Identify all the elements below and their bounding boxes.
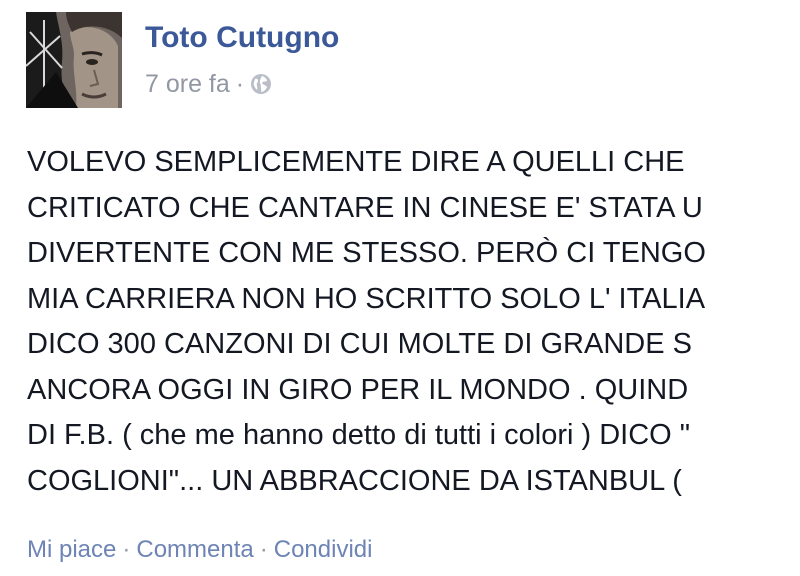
post-meta: 7 ore fa · xyxy=(145,68,272,100)
avatar[interactable] xyxy=(26,12,122,108)
post-text-line: VOLEVO SEMPLICEMENTE DIRE A QUELLI CHE xyxy=(27,146,685,178)
post-message: VOLEVO SEMPLICEMENTE DIRE A QUELLI CHE C… xyxy=(27,140,800,504)
post-text-line: ANCORA OGGI IN GIRO PER IL MONDO . QUIND xyxy=(27,373,689,406)
post-timestamp[interactable]: 7 ore fa xyxy=(145,68,230,100)
globe-icon[interactable] xyxy=(250,73,272,95)
author-name[interactable]: Toto Cutugno xyxy=(145,20,339,56)
meta-separator: · xyxy=(235,70,245,98)
post-text-line: DIVERTENTE CON ME STESSO. PERÒ CI TENGO xyxy=(27,237,706,269)
post-text-line: COGLIONI"... UN ABBRACCIONE DA ISTANBUL … xyxy=(27,464,682,497)
avatar-photo xyxy=(26,12,122,108)
share-link[interactable]: Condividi xyxy=(274,536,373,563)
post-actions: Mi piace · Commenta · Condividi xyxy=(27,534,372,566)
comment-link[interactable]: Commenta xyxy=(136,536,253,563)
post-text-line: DICO 300 CANZONI DI CUI MOLTE DI GRANDE … xyxy=(27,328,692,360)
post-text-line: MIA CARRIERA NON HO SCRITTO SOLO L' ITAL… xyxy=(27,282,706,315)
action-separator: · xyxy=(259,536,268,563)
facebook-post: Toto Cutugno 7 ore fa · VOLEVO SEMPLICEM… xyxy=(0,0,800,576)
post-text-line: DI F.B. ( che me hanno detto di tutti i … xyxy=(27,419,691,451)
action-separator: · xyxy=(122,536,131,563)
post-text-line: CRITICATO CHE CANTARE IN CINESE E' STATA… xyxy=(27,191,703,224)
like-link[interactable]: Mi piace xyxy=(27,536,116,563)
